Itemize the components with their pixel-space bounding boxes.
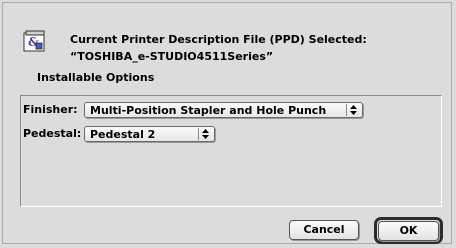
ppd-document-icon: & <box>22 29 48 55</box>
updown-arrow-icon <box>346 104 359 116</box>
pedestal-label: Pedestal: <box>23 127 82 140</box>
finisher-popup[interactable]: Multi-Position Stapler and Hole Punch <box>84 102 363 118</box>
installable-options-label: Installable Options <box>37 71 155 84</box>
options-panel: Finisher: Multi-Position Stapler and Hol… <box>20 95 442 207</box>
ppd-filename: “TOSHIBA_e-STUDIO4511Series” <box>70 50 274 63</box>
finisher-value: Multi-Position Stapler and Hole Punch <box>90 104 327 117</box>
ok-button[interactable]: OK <box>378 221 439 241</box>
ppd-heading: Current Printer Description File (PPD) S… <box>70 33 367 46</box>
ppd-options-dialog: & Current Printer Description File (PPD)… <box>2 2 452 244</box>
updown-arrow-icon <box>198 128 211 140</box>
dialog-header: & Current Printer Description File (PPD)… <box>3 3 451 85</box>
pedestal-popup[interactable]: Pedestal 2 <box>84 126 215 142</box>
pedestal-value: Pedestal 2 <box>90 128 156 141</box>
cancel-button[interactable]: Cancel <box>289 220 359 240</box>
finisher-label: Finisher: <box>23 103 78 116</box>
